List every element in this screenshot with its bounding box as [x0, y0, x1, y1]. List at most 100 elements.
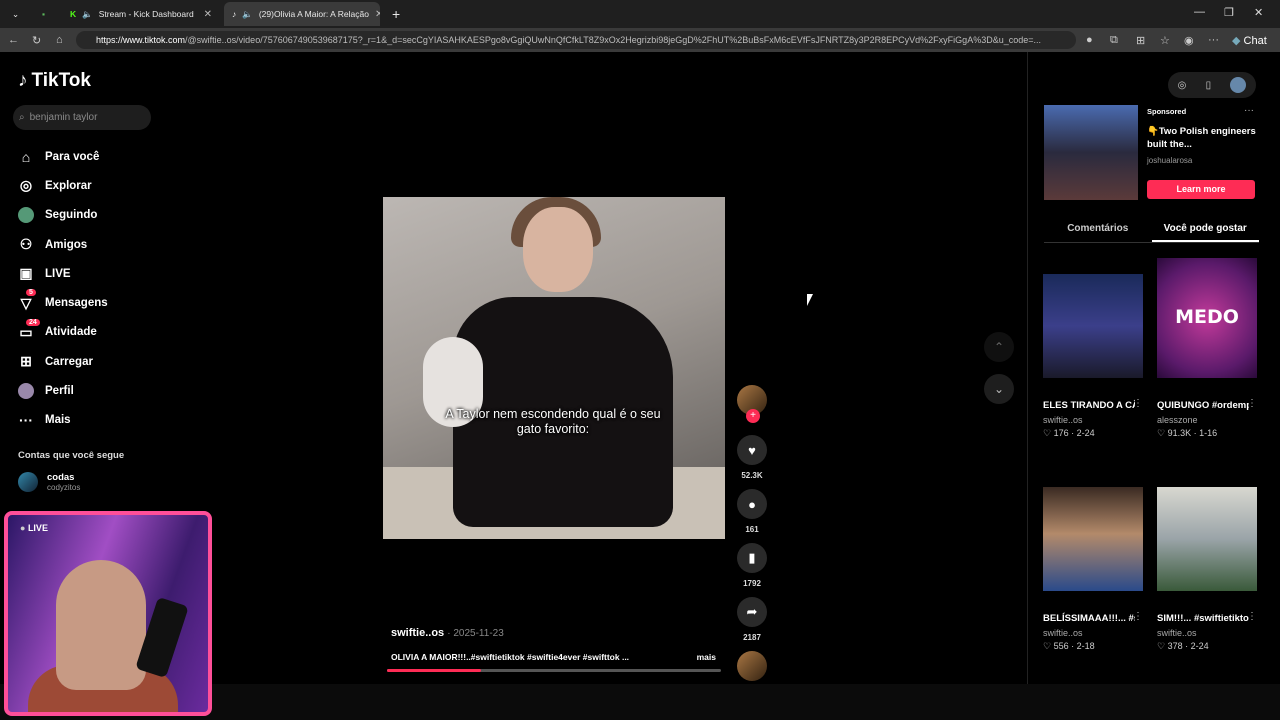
tab-tiktok-label: (29)Olivia A Maior: A Relação: [258, 9, 369, 19]
favorites-icon[interactable]: ☆: [1160, 34, 1170, 47]
nav-label: LIVE: [45, 267, 71, 280]
nav-item-explorar[interactable]: ◎ Explorar: [18, 171, 158, 200]
tab-list-button[interactable]: ⌄: [4, 2, 24, 26]
nav-label: Perfil: [45, 385, 74, 398]
heart-icon: ♡: [1043, 641, 1054, 651]
user-avatar[interactable]: [1230, 77, 1247, 93]
following-avatar-icon: [18, 207, 34, 224]
pinned-tab[interactable]: ▪: [34, 2, 58, 26]
search-input[interactable]: ⌕ benjamin taylor: [13, 105, 151, 130]
music-avatar[interactable]: [737, 651, 767, 681]
author-avatar[interactable]: +: [737, 385, 767, 423]
split-icon[interactable]: ⊞: [1136, 34, 1145, 47]
more-link[interactable]: mais: [697, 652, 716, 662]
video-progress-bar[interactable]: [387, 669, 721, 672]
right-panel: ◎ ▯ Sponsored ··· 👇Two Polish engineers …: [1027, 52, 1280, 684]
nav-label: Mensagens: [45, 297, 108, 310]
menu-icon[interactable]: ···: [1208, 34, 1219, 46]
suggested-video-card[interactable]: MEDO QUIBUNGO #ordemparanor... ⋮ alesszo…: [1157, 258, 1257, 439]
save-button[interactable]: ▮: [737, 543, 767, 573]
card-thumbnail: MEDO: [1157, 258, 1257, 378]
following-handle: codyzitos: [47, 483, 81, 492]
profile-icon[interactable]: ◉: [1184, 34, 1194, 47]
video-description: OLIVIA A MAIOR!!!..#swiftietiktok #swift…: [391, 652, 716, 662]
nav-label: Atividade: [45, 326, 97, 339]
sponsored-ad[interactable]: Sponsored ··· 👇Two Polish engineers buil…: [1044, 105, 1274, 200]
messages-icon: ▽: [20, 294, 32, 311]
home-icon[interactable]: ⌂: [56, 34, 63, 46]
suggested-video-card[interactable]: BELÍSSIMAAA!!!... #swiftietiktok... ⋮ sw…: [1043, 487, 1143, 652]
tab-kick[interactable]: K 🔈 Stream - Kick Dashboard ✕: [62, 2, 220, 26]
close-icon[interactable]: ✕: [204, 9, 212, 20]
search-placeholder: benjamin taylor: [29, 112, 98, 123]
nav-item-perfil[interactable]: Perfil: [18, 376, 158, 405]
chat-button[interactable]: ◆ Chat: [1232, 34, 1267, 47]
like-button[interactable]: ♥: [737, 435, 767, 465]
next-video-button[interactable]: ⌄: [984, 374, 1014, 404]
back-icon[interactable]: ←: [8, 34, 19, 46]
learn-more-button[interactable]: Learn more: [1147, 180, 1255, 199]
nav-item-carregar[interactable]: ⊞ Carregar: [18, 347, 158, 376]
follow-plus-icon[interactable]: +: [746, 409, 760, 423]
card-title: QUIBUNGO #ordemparanor...: [1157, 400, 1249, 411]
video-player[interactable]: A Taylor nem escondendo qual é o seu gat…: [383, 197, 725, 539]
card-more-icon[interactable]: ⋮: [1133, 611, 1143, 622]
card-thumbnail: [1043, 274, 1143, 378]
like-count: 52.3K: [741, 471, 763, 480]
top-icons: ◎ ▯: [1168, 72, 1256, 98]
url-field[interactable]: https://www.tiktok.com/@swiftie..os/vide…: [76, 31, 1076, 49]
card-more-icon[interactable]: ⋮: [1133, 398, 1143, 409]
chevron-up-icon: ⌃: [993, 340, 1005, 354]
heart-icon: ♥: [748, 442, 756, 458]
nav-item-mensagens[interactable]: ▽ 5 Mensagens: [18, 288, 158, 317]
nav-label: Amigos: [45, 238, 88, 251]
nav-item-atividade[interactable]: ▭ 24 Atividade: [18, 318, 158, 347]
card-user: swiftie..os: [1157, 628, 1197, 638]
video-meta: swiftie..os · 2025-11-23: [391, 627, 504, 639]
url-path: /@swiftie..os/video/7576067490539687175?…: [185, 35, 1041, 45]
chat-label: Chat: [1243, 35, 1267, 47]
suggested-video-card[interactable]: ELES TIRANDO A CÂMERA DE... ⋮ swiftie..o…: [1043, 274, 1143, 439]
nav-item-para-voce[interactable]: ⌂ Para você: [18, 142, 158, 171]
right-tabs: Comentários Você pode gostar: [1044, 215, 1259, 243]
ad-more-icon[interactable]: ···: [1244, 105, 1254, 116]
tab-tiktok[interactable]: ♪ 🔈 (29)Olivia A Maior: A Relação ✕: [224, 2, 380, 26]
minimize-icon[interactable]: —: [1194, 6, 1205, 18]
tab-voce-pode-gostar[interactable]: Você pode gostar: [1151, 215, 1259, 242]
nav-item-live[interactable]: ▣ LIVE: [18, 259, 158, 288]
card-stats: ♡ 556 · 2-18: [1043, 641, 1143, 652]
previous-video-button[interactable]: ⌃: [984, 332, 1014, 362]
video-actions: + ♥ 52.3K ● 161 ▮ 1792 ➦ 2187: [736, 385, 768, 681]
share-button[interactable]: ➦: [737, 597, 767, 627]
video-author[interactable]: swiftie..os: [391, 627, 444, 639]
share-icon: ➦: [746, 604, 758, 619]
nav-item-amigos[interactable]: ⚇ Amigos: [18, 230, 158, 259]
card-user: swiftie..os: [1043, 628, 1083, 638]
maximize-icon[interactable]: ❐: [1224, 6, 1234, 19]
card-stats-text: 176 · 2-24: [1053, 428, 1095, 438]
card-more-icon[interactable]: ⋮: [1247, 398, 1257, 409]
tiktok-logo[interactable]: ♪ TikTok: [18, 70, 91, 92]
nav-item-mais[interactable]: ··· Mais: [18, 406, 158, 435]
card-more-icon[interactable]: ⋮: [1247, 611, 1257, 622]
close-icon[interactable]: ✕: [375, 9, 380, 20]
suggested-video-card[interactable]: SIM!!!... #swiftietiktok... ⋮ swiftie..o…: [1157, 487, 1257, 652]
device-icon[interactable]: ▯: [1206, 80, 1212, 91]
bookmark-icon: ▮: [748, 550, 756, 565]
extension-icon[interactable]: ●: [1086, 34, 1093, 46]
live-indicator: ● LIVE: [20, 523, 48, 533]
card-stats-text: 378 · 2-24: [1167, 641, 1209, 651]
tab-comentarios[interactable]: Comentários: [1044, 215, 1152, 242]
nav-item-seguindo[interactable]: Seguindo: [18, 201, 158, 230]
ad-thumbnail: [1044, 105, 1138, 200]
following-item[interactable]: codas codyzitos: [18, 472, 80, 492]
webcam-person: [56, 560, 146, 690]
reload-icon[interactable]: ↻: [32, 34, 41, 47]
puzzle-icon[interactable]: ⧉: [1110, 34, 1118, 47]
home-icon: ⌂: [21, 148, 31, 165]
comment-button[interactable]: ●: [737, 489, 767, 519]
close-window-icon[interactable]: ✕: [1254, 6, 1263, 19]
new-tab-button[interactable]: +: [384, 2, 406, 26]
explore-icon[interactable]: ◎: [1178, 80, 1187, 91]
card-stats: ♡ 378 · 2-24: [1157, 641, 1257, 652]
